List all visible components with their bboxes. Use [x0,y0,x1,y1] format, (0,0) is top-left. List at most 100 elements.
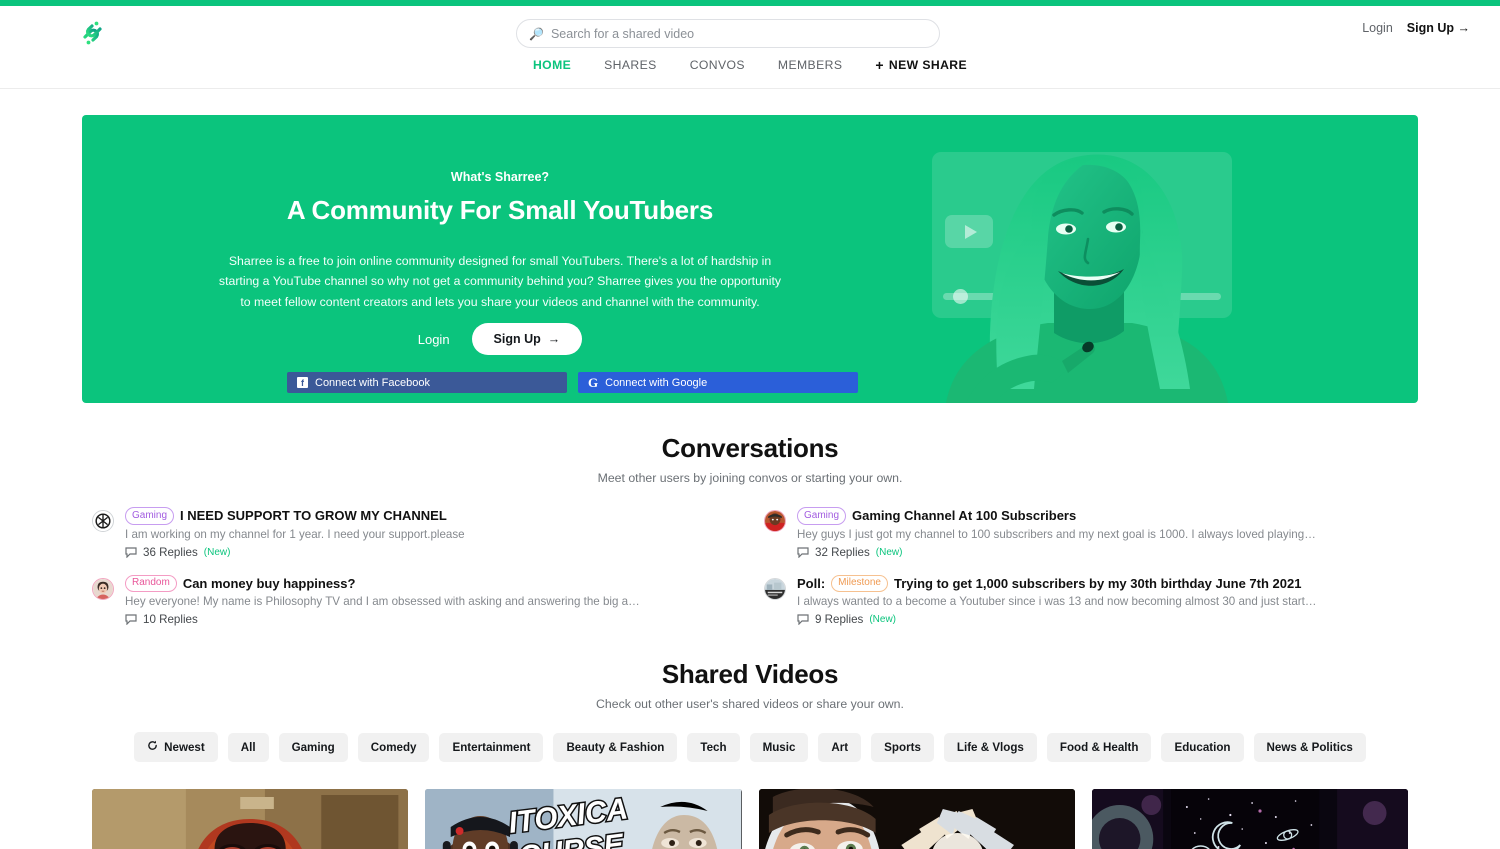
nav-item-new-share-label: NEW SHARE [888,58,968,72]
filter-chip-newest[interactable]: Newest [134,732,218,762]
connect-google-label: Connect with Google [605,376,708,389]
reply-count: 10 Replies [143,613,198,626]
conversation-item[interactable]: Random Can money buy happiness? Hey ever… [92,574,736,626]
filter-chip-news-politics[interactable]: News & Politics [1253,732,1366,762]
filter-chip-beauty-fashion[interactable]: Beauty & Fashion [553,732,678,762]
filter-chip-music[interactable]: Music [749,732,809,762]
category-badge[interactable]: Gaming [125,507,175,525]
conversation-title: Gaming Channel At 100 Subscribers [852,508,1077,524]
category-badge[interactable]: Milestone [831,574,888,592]
hero-cta-row: Login Sign Up → [82,323,918,355]
conversation-meta: 9 Replies (New) [797,613,1317,626]
reply-count: 9 Replies [815,613,864,626]
conversation-item[interactable]: Poll: Milestone Trying to get 1,000 subs… [764,574,1408,626]
filter-chip-sports[interactable]: Sports [871,732,934,762]
comment-icon [125,614,137,625]
tech-gloves-thumbnail[interactable] [758,789,1075,849]
hero-artwork [914,115,1418,403]
comment-icon [797,546,809,558]
conversation-snippet: I always wanted to a become a Youtuber s… [797,595,1317,608]
new-badge: (New) [203,546,231,558]
avatar [92,577,114,600]
filter-chip-education[interactable]: Education [1161,732,1244,762]
video-filter-chips: Newest All Gaming Comedy Entertainment B… [0,732,1500,762]
google-icon: G [588,374,599,390]
conversations-subtitle: Meet other users by joining convos or st… [597,471,903,485]
filter-chip-gaming[interactable]: Gaming [278,732,348,762]
hero-title: A Community For Small YouTubers [286,195,714,225]
conversation-title-row: Gaming I NEED SUPPORT TO GROW MY CHANNEL [125,507,465,525]
search-box[interactable]: 🔎 [516,19,940,48]
shared-videos-heading: Shared Videos Check out other user's sha… [0,659,1500,711]
shared-videos-section: Shared Videos Check out other user's sha… [0,659,1500,849]
conversation-snippet: Hey guys I just got my channel to 100 su… [797,527,1317,541]
conversation-item[interactable]: Gaming I NEED SUPPORT TO GROW MY CHANNEL… [92,507,736,559]
conversation-meta: 32 Replies (New) [797,546,1317,559]
facebook-icon: f [297,377,308,388]
nav-item-new-share[interactable]: + NEW SHARE [875,58,967,72]
conversations-grid: Gaming I NEED SUPPORT TO GROW MY CHANNEL… [92,507,1408,626]
connect-google-button[interactable]: G Connect with Google [578,372,858,393]
avatar [92,510,114,532]
avatar [764,510,786,532]
hero-person-photo [946,154,1228,403]
nav-item-home[interactable]: HOME [533,58,571,72]
conversations-heading: Conversations Meet other users by joinin… [0,433,1500,485]
conversation-body: Random Can money buy happiness? Hey ever… [125,574,645,626]
conversation-title-row: Poll: Milestone Trying to get 1,000 subs… [797,574,1317,592]
reply-count: 32 Replies [815,545,870,559]
hero-banner: What's Sharree? A Community For Small Yo… [82,115,1418,403]
masked-figure-thumbnail[interactable] [92,789,409,849]
conversation-title: I NEED SUPPORT TO GROW MY CHANNEL [180,508,447,524]
search-input[interactable] [550,26,927,41]
plus-icon: + [875,57,884,73]
video-grid: ITOXICA OURSE [92,789,1408,849]
hero-signup-label: Sign Up [493,332,541,346]
filter-chip-entertainment[interactable]: Entertainment [439,732,544,762]
header-auth-links: Login Sign Up → [1362,21,1470,35]
nav-item-convos[interactable]: CONVOS [690,58,745,72]
filter-chip-all[interactable]: All [227,732,269,762]
reply-count: 36 Replies [143,545,198,559]
search-icon: 🔎 [529,26,544,41]
nav-item-members[interactable]: MEMBERS [778,58,842,72]
comment-icon [125,546,137,558]
conversation-body: Poll: Milestone Trying to get 1,000 subs… [797,574,1317,626]
refresh-icon [147,740,158,754]
conversation-meta: 10 Replies [125,613,645,626]
conversation-snippet: Hey everyone! My name is Philosophy TV a… [125,595,645,608]
gaming-reaction-thumbnail[interactable]: ITOXICA OURSE [425,789,742,849]
avatar [764,577,786,600]
filter-chip-life-vlogs[interactable]: Life & Vlogs [943,732,1037,762]
hero-description: Sharree is a free to join online communi… [218,254,782,309]
conversation-title: Trying to get 1,000 subscribers by my 30… [893,575,1302,591]
conversation-snippet: I am working on my channel for 1 year. I… [125,527,465,541]
hero-login-link[interactable]: Login [418,332,450,347]
category-badge[interactable]: Gaming [797,507,847,525]
filter-chip-food-health[interactable]: Food & Health [1046,732,1152,762]
nav-item-shares[interactable]: SHARES [604,58,657,72]
social-connect-row: f Connect with Facebook G Connect with G… [287,372,858,393]
conversation-title: Can money buy happiness? [182,575,356,591]
category-badge[interactable]: Random [125,574,177,592]
filter-chip-tech[interactable]: Tech [687,732,740,762]
filter-chip-art[interactable]: Art [818,732,862,762]
space-planets-thumbnail[interactable] [1091,789,1408,849]
conversation-title-row: Gaming Gaming Channel At 100 Subscribers [797,507,1317,525]
conversations-section: Conversations Meet other users by joinin… [0,433,1500,626]
header-login-link[interactable]: Login [1362,21,1393,35]
conversation-item[interactable]: Gaming Gaming Channel At 100 Subscribers… [764,507,1408,559]
conversation-body: Gaming Gaming Channel At 100 Subscribers… [797,507,1317,559]
main-nav: HOME SHARES CONVOS MEMBERS + NEW SHARE [0,58,1500,72]
hero-kicker: What's Sharree? [450,170,550,184]
connect-facebook-button[interactable]: f Connect with Facebook [287,372,567,393]
connect-facebook-label: Connect with Facebook [315,376,430,389]
header-signup-button[interactable]: Sign Up → [1407,21,1470,35]
site-logo[interactable] [72,14,114,56]
conversation-title-row: Random Can money buy happiness? [125,574,645,592]
hero-signup-button[interactable]: Sign Up → [471,323,583,355]
new-badge: (New) [869,614,897,625]
shared-videos-subtitle: Check out other user's shared videos or … [596,697,904,711]
site-header: 🔎 Login Sign Up → HOME SHARES CONVOS MEM… [0,6,1500,89]
filter-chip-comedy[interactable]: Comedy [357,732,430,762]
